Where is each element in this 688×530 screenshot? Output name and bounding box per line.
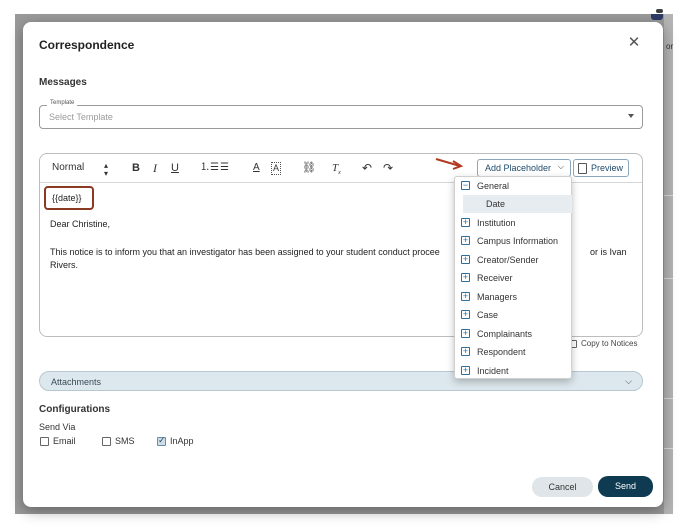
menu-item-managers[interactable]: + Managers xyxy=(461,289,569,305)
italic-button[interactable]: I xyxy=(153,161,157,175)
collapse-icon: − xyxy=(461,180,470,190)
expand-icon: + xyxy=(461,254,470,264)
preview-button[interactable]: Preview xyxy=(573,159,629,177)
background-divider xyxy=(664,398,673,399)
background-divider xyxy=(664,195,673,196)
chevron-down-icon: ⌵ xyxy=(557,162,564,171)
underline-button[interactable]: U xyxy=(171,161,179,175)
menu-item-label: Case xyxy=(477,310,499,320)
notice-line-1: This notice is to inform you that an inv… xyxy=(50,247,440,257)
menu-item-case[interactable]: + Case xyxy=(461,307,569,323)
notice-line-1-end: or is Ivan xyxy=(590,247,627,257)
menu-item-complainants[interactable]: + Complainants xyxy=(461,326,569,342)
expand-icon: + xyxy=(461,291,470,301)
template-label: Template xyxy=(47,100,78,106)
placeholder-menu: − General Date + Institution + Campus In… xyxy=(454,176,572,379)
expand-icon: + xyxy=(461,328,470,338)
inapp-checkbox[interactable] xyxy=(157,435,166,446)
text-style-select[interactable]: Normal xyxy=(52,161,84,175)
menu-item-incident[interactable]: + Incident xyxy=(461,363,569,379)
modal-title: Correspondence xyxy=(39,38,135,52)
background-text-fragment: or xyxy=(666,42,674,51)
inapp-label: InApp xyxy=(170,436,194,446)
send-via-label: Send Via xyxy=(39,422,76,432)
caret-down-icon xyxy=(628,114,634,118)
menu-item-label: General xyxy=(477,181,510,191)
bullet-list-icon[interactable]: ☰ xyxy=(220,161,229,175)
menu-item-label: Creator/Sender xyxy=(477,255,539,265)
expand-icon: + xyxy=(461,272,470,282)
menu-item-label: Managers xyxy=(477,292,518,302)
menu-item-receiver[interactable]: + Receiver xyxy=(461,270,569,286)
background-page-strip xyxy=(664,14,673,514)
menu-item-date[interactable]: Date xyxy=(463,195,572,213)
ordered-list-icon[interactable]: ⒈☰ xyxy=(200,161,219,175)
annotation-arrow-icon xyxy=(435,158,463,170)
add-placeholder-label: Add Placeholder xyxy=(485,163,552,173)
preview-label: Preview xyxy=(591,163,624,173)
menu-item-label: Incident xyxy=(477,366,509,376)
redo-icon[interactable]: ↷ xyxy=(383,161,393,175)
font-color-icon[interactable]: A xyxy=(253,161,260,175)
messages-heading: Messages xyxy=(39,77,87,88)
email-checkbox[interactable] xyxy=(40,437,49,446)
clear-format-icon[interactable]: Tx xyxy=(332,161,341,180)
expand-icon: + xyxy=(461,309,470,319)
chevron-down-icon: ⌵ xyxy=(625,376,632,386)
add-placeholder-button[interactable]: Add Placeholder ⌵ xyxy=(477,159,571,177)
highlight-icon[interactable]: A xyxy=(271,162,282,175)
document-preview-icon xyxy=(578,163,587,174)
menu-item-label: Complainants xyxy=(477,329,533,339)
bold-button[interactable]: B xyxy=(132,161,140,175)
send-button[interactable]: Send xyxy=(598,476,653,497)
expand-icon: + xyxy=(461,217,470,227)
date-placeholder-token[interactable]: {{date}} xyxy=(44,186,94,210)
menu-item-creator-sender[interactable]: + Creator/Sender xyxy=(461,252,569,268)
background-badge xyxy=(651,14,663,20)
template-placeholder: Select Template xyxy=(49,112,113,122)
sms-label: SMS xyxy=(115,436,135,446)
greeting-text: Dear Christine, xyxy=(50,219,111,229)
undo-icon[interactable]: ↶ xyxy=(362,161,372,175)
menu-item-general[interactable]: − General xyxy=(461,178,569,194)
background-divider xyxy=(664,278,673,279)
menu-item-label: Institution xyxy=(477,218,516,228)
menu-item-campus-information[interactable]: + Campus Information xyxy=(461,233,569,249)
menu-item-institution[interactable]: + Institution xyxy=(461,215,569,231)
template-select[interactable]: Template Select Template xyxy=(39,100,643,129)
close-icon[interactable]: ✕ xyxy=(627,35,641,50)
background-divider xyxy=(664,448,673,449)
configurations-heading: Configurations xyxy=(39,404,111,415)
expand-icon: + xyxy=(461,346,470,356)
menu-item-label: Receiver xyxy=(477,273,513,283)
cancel-button[interactable]: Cancel xyxy=(532,477,593,497)
menu-item-respondent[interactable]: + Respondent xyxy=(461,344,569,360)
menu-item-label: Respondent xyxy=(477,347,526,357)
expand-icon: + xyxy=(461,365,470,375)
sms-checkbox[interactable] xyxy=(102,437,111,446)
email-label: Email xyxy=(53,436,76,446)
attachments-label: Attachments xyxy=(51,377,102,387)
copy-to-notices-label: Copy to Notices xyxy=(581,339,638,348)
background-badge-top xyxy=(656,9,663,13)
updown-icon[interactable]: ▴ ▾ xyxy=(104,162,108,178)
link-icon[interactable]: ⛓ xyxy=(302,161,316,175)
menu-item-label: Campus Information xyxy=(477,236,559,246)
notice-line-2: Rivers. xyxy=(50,260,79,270)
expand-icon: + xyxy=(461,235,470,245)
